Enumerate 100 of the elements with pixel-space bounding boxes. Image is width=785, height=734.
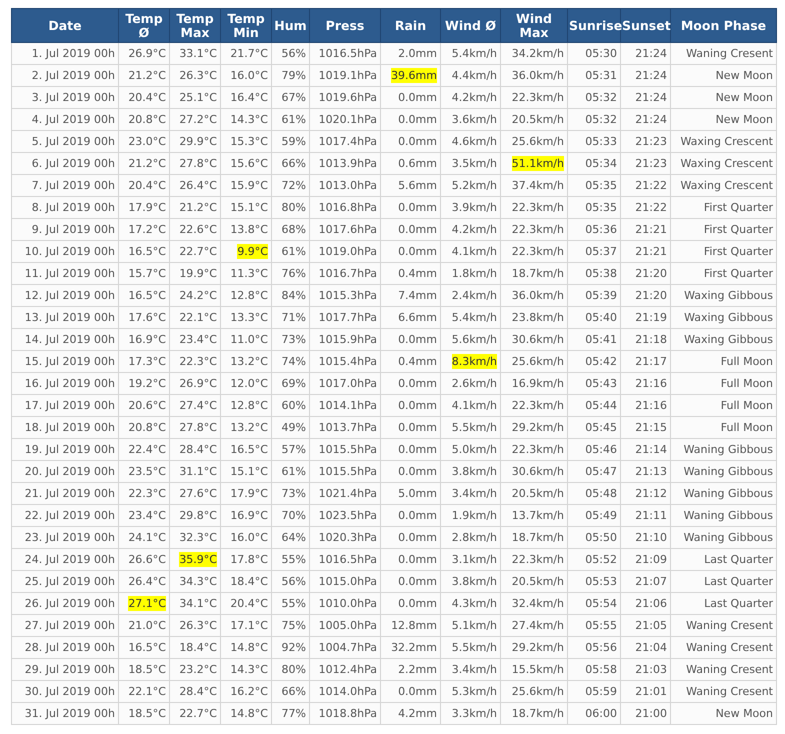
table-cell: 1015.5hPa bbox=[318, 464, 377, 479]
table-cell: 23.8km/h bbox=[512, 310, 564, 325]
table-cell: 11.0°C bbox=[230, 332, 268, 347]
table-cell: 31.1°C bbox=[179, 464, 217, 479]
table-cell: Last Quarter bbox=[704, 596, 773, 611]
table-cell: 21:00 bbox=[635, 706, 667, 721]
table-cell: 61% bbox=[282, 112, 306, 127]
table-cell: 16.9°C bbox=[230, 508, 268, 523]
table-cell: 61% bbox=[282, 464, 306, 479]
table-cell: 70% bbox=[282, 508, 306, 523]
table-cell: 6.6mm bbox=[398, 310, 437, 325]
table-cell: 19.9°C bbox=[179, 266, 217, 281]
table-cell: 33.1°C bbox=[179, 46, 217, 61]
table-cell: Waxing Gibbous bbox=[684, 332, 773, 347]
table-cell: 14.3°C bbox=[230, 662, 268, 677]
table-cell: 1016.5hPa bbox=[318, 46, 377, 61]
table-cell: 18.5°C bbox=[128, 706, 166, 721]
column-header: Wind Max bbox=[500, 8, 568, 42]
table-cell: 5.0mm bbox=[398, 486, 437, 501]
table-cell: 66% bbox=[282, 156, 306, 171]
table-cell: 11. Jul 2019 00h bbox=[24, 266, 115, 281]
table-cell: 5.0km/h bbox=[452, 442, 497, 457]
table-cell: 20.4°C bbox=[230, 596, 268, 611]
table-cell: 59% bbox=[282, 134, 306, 149]
table-cell: 80% bbox=[282, 200, 306, 215]
table-cell: 0.0mm bbox=[398, 552, 437, 567]
table-cell: 67% bbox=[282, 90, 306, 105]
table-cell: 16.5°C bbox=[128, 640, 166, 655]
table-cell: 2.4km/h bbox=[452, 288, 497, 303]
table-cell: 34.1°C bbox=[179, 596, 217, 611]
table-cell: 5.3km/h bbox=[452, 684, 497, 699]
table-cell: 3.1km/h bbox=[452, 552, 497, 567]
table-cell: 13. Jul 2019 00h bbox=[24, 310, 115, 325]
table-cell: New Moon bbox=[716, 90, 773, 105]
table-cell: Waning Cresent bbox=[686, 662, 773, 677]
table-cell: 22.7°C bbox=[179, 244, 217, 259]
table-cell: 22.3km/h bbox=[512, 222, 564, 237]
table-cell: 21:18 bbox=[635, 332, 667, 347]
table-cell: 1019.1hPa bbox=[318, 68, 377, 83]
table-cell: 1013.9hPa bbox=[318, 156, 377, 171]
table-cell: 05:30 bbox=[585, 46, 617, 61]
table-cell: 3.9km/h bbox=[452, 200, 497, 215]
table-cell: 21:21 bbox=[635, 222, 667, 237]
table-cell: 26.4°C bbox=[179, 178, 217, 193]
table-cell: 57% bbox=[282, 442, 306, 457]
table-cell: 31. Jul 2019 00h bbox=[24, 706, 115, 721]
table-cell: 24.1°C bbox=[128, 530, 166, 545]
table-cell: 21:16 bbox=[635, 398, 667, 413]
table-cell: 3. Jul 2019 00h bbox=[32, 90, 115, 105]
table-cell: 05:32 bbox=[585, 90, 617, 105]
table-cell: 72% bbox=[282, 178, 306, 193]
table-cell: 20.5km/h bbox=[512, 112, 564, 127]
table-cell: 3.5km/h bbox=[452, 156, 497, 171]
table-cell: 12.8mm bbox=[391, 618, 437, 633]
table-cell: 05:45 bbox=[585, 420, 617, 435]
table-cell: 21:22 bbox=[635, 178, 667, 193]
table-cell: 05:53 bbox=[585, 574, 617, 589]
table-cell: 05:56 bbox=[585, 640, 617, 655]
table-cell: 30.6km/h bbox=[512, 464, 564, 479]
table-cell: First Quarter bbox=[704, 222, 773, 237]
table-cell: 1016.7hPa bbox=[318, 266, 377, 281]
table-cell: 26.4°C bbox=[128, 574, 166, 589]
table-cell: 05:54 bbox=[585, 596, 617, 611]
table-cell: 15. Jul 2019 00h bbox=[24, 354, 115, 369]
table-cell: 5.5km/h bbox=[452, 420, 497, 435]
table-cell: 55% bbox=[282, 552, 306, 567]
table-cell: Waning Gibbous bbox=[684, 442, 773, 457]
table-cell: 68% bbox=[282, 222, 306, 237]
table-cell: 1015.9hPa bbox=[318, 332, 377, 347]
table-cell: 11.3°C bbox=[230, 266, 268, 281]
table-cell: 4.6km/h bbox=[452, 134, 497, 149]
table-cell: 0.0mm bbox=[398, 420, 437, 435]
table-cell: 0.0mm bbox=[398, 464, 437, 479]
table-cell: 17.3°C bbox=[128, 354, 166, 369]
table-cell: 4.2mm bbox=[398, 706, 437, 721]
table-cell: 76% bbox=[282, 266, 306, 281]
table-cell: 25.1°C bbox=[179, 90, 217, 105]
table-cell: 1.9km/h bbox=[452, 508, 497, 523]
table-cell: 22.1°C bbox=[179, 310, 217, 325]
table-cell: 4.1km/h bbox=[452, 244, 497, 259]
table-cell: 73% bbox=[282, 332, 306, 347]
table-cell: 2.0mm bbox=[398, 46, 437, 61]
table-cell: 17.9°C bbox=[128, 200, 166, 215]
table-cell: 16.9°C bbox=[128, 332, 166, 347]
table-cell: Waning Gibbous bbox=[684, 530, 773, 545]
table-cell: 15.5km/h bbox=[512, 662, 564, 677]
table-cell: 0.0mm bbox=[398, 684, 437, 699]
table-cell: 14.3°C bbox=[230, 112, 268, 127]
table-cell: 21:12 bbox=[635, 486, 667, 501]
table-cell: 21:07 bbox=[635, 574, 667, 589]
table-cell: 1013.7hPa bbox=[318, 420, 377, 435]
table-cell: 24.2°C bbox=[179, 288, 217, 303]
table-cell: 16.5°C bbox=[230, 442, 268, 457]
table-cell: 10. Jul 2019 00h bbox=[24, 244, 115, 259]
table-cell: 79% bbox=[282, 68, 306, 83]
table-cell: 1021.4hPa bbox=[318, 486, 377, 501]
table-cell: 05:35 bbox=[585, 178, 617, 193]
table-cell: 37.4km/h bbox=[512, 178, 564, 193]
table-cell: 5.2km/h bbox=[452, 178, 497, 193]
table-cell: 3.6km/h bbox=[452, 112, 497, 127]
